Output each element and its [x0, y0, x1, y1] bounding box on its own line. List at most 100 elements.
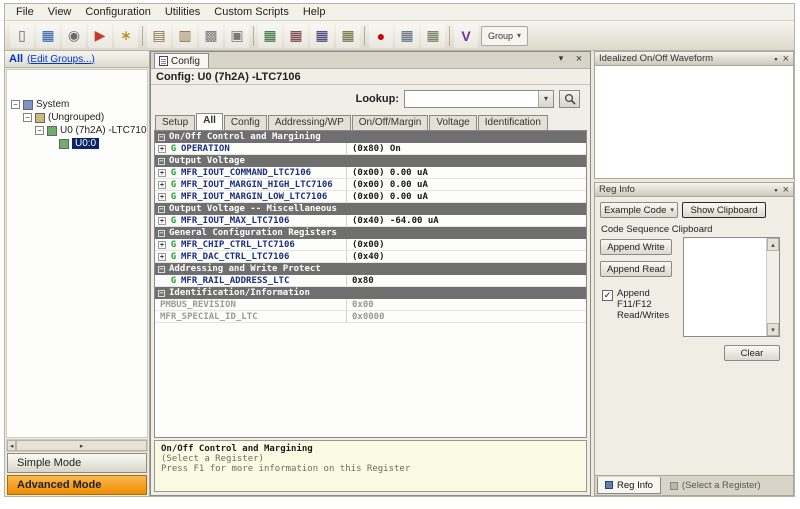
- tree-node-device[interactable]: U0 (7h2A) -LTC7106: [7, 124, 147, 137]
- tab-all[interactable]: All: [196, 113, 223, 130]
- collapse-icon[interactable]: [158, 158, 165, 165]
- expand-icon[interactable]: [158, 181, 166, 189]
- append-read-button[interactable]: Append Read: [600, 261, 672, 277]
- scroll-left-icon[interactable]: [7, 440, 16, 451]
- pane-close-icon[interactable]: [573, 53, 585, 65]
- chevron-down-icon[interactable]: [538, 91, 553, 107]
- tree-node-ungrouped[interactable]: (Ungrouped): [7, 111, 147, 124]
- tab-setup[interactable]: Setup: [155, 115, 195, 130]
- menu-file[interactable]: File: [9, 5, 41, 19]
- program-device-icon[interactable]: ▶: [88, 24, 112, 48]
- collapse-icon[interactable]: [158, 266, 165, 273]
- register-row-operation[interactable]: OPERATION (0x80) On: [155, 143, 586, 155]
- wizard-icon[interactable]: ∗: [114, 24, 138, 48]
- expand-icon[interactable]: [158, 217, 166, 225]
- expand-icon[interactable]: [158, 145, 166, 153]
- tab-addressing-wp[interactable]: Addressing/WP: [268, 115, 351, 130]
- section-header[interactable]: Output Voltage: [155, 155, 586, 167]
- collapse-icon[interactable]: [158, 206, 165, 213]
- all-group-label[interactable]: All: [9, 53, 23, 65]
- register-row-pmbus-revision[interactable]: PMBUS_REVISION 0x00: [155, 299, 586, 311]
- expand-icon[interactable]: [158, 241, 166, 249]
- code-clipboard-listbox[interactable]: [683, 237, 780, 337]
- group-icon: [35, 113, 45, 123]
- close-icon[interactable]: [783, 54, 789, 64]
- expand-icon[interactable]: [158, 193, 166, 201]
- pin-icon[interactable]: [774, 54, 777, 64]
- register-row-iout-margin-high[interactable]: MFR_IOUT_MARGIN_HIGH_LTC7106 (0x00) 0.00…: [155, 179, 586, 191]
- collapse-icon[interactable]: [158, 230, 165, 237]
- example-code-dropdown[interactable]: Example Code: [600, 202, 678, 218]
- lookup-search-button[interactable]: [559, 90, 580, 108]
- close-icon[interactable]: [783, 185, 789, 195]
- chip-compare-icon[interactable]: ▦: [395, 24, 419, 48]
- clear-button[interactable]: Clear: [724, 345, 780, 361]
- scroll-up-icon[interactable]: [767, 238, 779, 251]
- register-row-special-id[interactable]: MFR_SPECIAL_ID_LTC 0x0000: [155, 311, 586, 323]
- section-header[interactable]: Addressing and Write Protect: [155, 263, 586, 275]
- register-row-dac-ctrl[interactable]: MFR_DAC_CTRL_LTC7106 (0x40): [155, 251, 586, 263]
- expand-icon[interactable]: [158, 253, 166, 261]
- show-clipboard-button[interactable]: Show Clipboard: [682, 202, 766, 218]
- listbox-scrollbar[interactable]: [766, 238, 779, 336]
- board-icon[interactable]: ▣: [225, 24, 249, 48]
- simple-mode-button[interactable]: Simple Mode: [7, 453, 147, 473]
- config-pane-tab[interactable]: Config: [154, 53, 209, 68]
- scroll-down-icon[interactable]: [767, 323, 779, 336]
- tree-node-rail[interactable]: U0:0: [7, 137, 147, 150]
- tab-onoff-margin[interactable]: On/Off/Margin: [352, 115, 429, 130]
- nvm-to-ram-icon[interactable]: ▦: [310, 24, 334, 48]
- register-row-iout-command[interactable]: MFR_IOUT_COMMAND_LTC7106 (0x00) 0.00 uA: [155, 167, 586, 179]
- menu-custom-scripts[interactable]: Custom Scripts: [207, 5, 296, 19]
- listbox-content[interactable]: [684, 238, 766, 336]
- scrollbar-track[interactable]: [767, 251, 779, 323]
- ram-to-nvm-icon[interactable]: ▦: [284, 24, 308, 48]
- collapse-icon[interactable]: [35, 126, 44, 135]
- tab-select-a-register[interactable]: (Select a Register): [662, 477, 769, 494]
- edit-groups-link[interactable]: (Edit Groups...): [27, 54, 95, 65]
- section-header[interactable]: Identification/Information: [155, 287, 586, 299]
- section-header[interactable]: On/Off Control and Margining: [155, 131, 586, 143]
- paste-icon[interactable]: ▤: [147, 24, 171, 48]
- menu-view[interactable]: View: [41, 5, 79, 19]
- drc-check-icon[interactable]: ▩: [199, 24, 223, 48]
- menu-utilities[interactable]: Utilities: [158, 5, 207, 19]
- register-row-rail-address[interactable]: MFR_RAIL_ADDRESS_LTC 0x80: [155, 275, 586, 287]
- register-row-iout-margin-low[interactable]: MFR_IOUT_MARGIN_LOW_LTC7106 (0x00) 0.00 …: [155, 191, 586, 203]
- collapse-icon[interactable]: [23, 113, 32, 122]
- tab-voltage[interactable]: Voltage: [429, 115, 476, 130]
- stop-icon[interactable]: ●: [369, 24, 393, 48]
- append-write-button[interactable]: Append Write: [600, 239, 672, 255]
- pane-menu-icon[interactable]: [555, 53, 567, 65]
- ram-to-pc-icon[interactable]: ▦: [336, 24, 360, 48]
- tab-identification[interactable]: Identification: [478, 115, 548, 130]
- verify-icon[interactable]: V: [454, 24, 478, 48]
- menu-configuration[interactable]: Configuration: [78, 5, 157, 19]
- lookup-combobox[interactable]: [404, 90, 554, 108]
- scroll-right-icon[interactable]: [16, 440, 147, 451]
- collapse-icon[interactable]: [158, 290, 165, 297]
- append-f11-checkbox[interactable]: [602, 290, 613, 301]
- tab-config[interactable]: Config: [224, 115, 267, 130]
- section-header[interactable]: Output Voltage -- Miscellaneous: [155, 203, 586, 215]
- tree-node-system[interactable]: System: [7, 98, 147, 111]
- copy-icon[interactable]: ▥: [173, 24, 197, 48]
- pin-icon[interactable]: [774, 185, 777, 195]
- collapse-icon[interactable]: [11, 100, 20, 109]
- find-icon[interactable]: ◉: [62, 24, 86, 48]
- group-select-icon[interactable]: Group: [481, 26, 528, 46]
- menu-help[interactable]: Help: [296, 5, 333, 19]
- register-row-iout-max[interactable]: MFR_IOUT_MAX_LTC7106 (0x40) -64.00 uA: [155, 215, 586, 227]
- collapse-icon[interactable]: [158, 134, 165, 141]
- tree-horizontal-scrollbar[interactable]: [6, 439, 148, 452]
- advanced-mode-button[interactable]: Advanced Mode: [7, 475, 147, 495]
- save-icon[interactable]: ▦: [36, 24, 60, 48]
- lookup-input[interactable]: [405, 91, 538, 107]
- chip-sync-icon[interactable]: ▦: [421, 24, 445, 48]
- section-header[interactable]: General Configuration Registers: [155, 227, 586, 239]
- register-row-chip-ctrl[interactable]: MFR_CHIP_CTRL_LTC7106 (0x00): [155, 239, 586, 251]
- expand-icon[interactable]: [158, 169, 166, 177]
- tab-reg-info[interactable]: Reg Info: [597, 477, 661, 494]
- new-file-icon[interactable]: ▯: [10, 24, 34, 48]
- pc-to-ram-icon[interactable]: ▦: [258, 24, 282, 48]
